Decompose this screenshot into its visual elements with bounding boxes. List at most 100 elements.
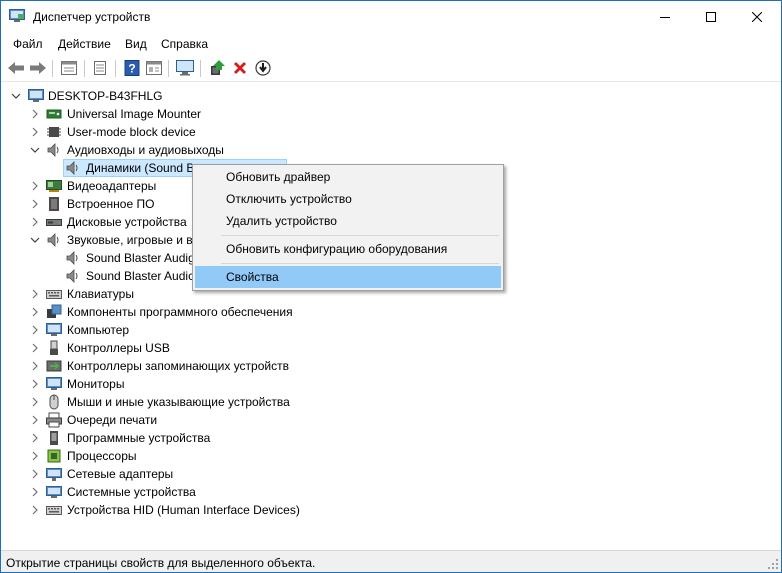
- properties-button[interactable]: [59, 59, 79, 77]
- tree-category[interactable]: Мыши и иные указывающие устройства: [1, 393, 321, 411]
- tree-item-label: Устройства HID (Human Interface Devices): [67, 503, 300, 517]
- chevron-right-icon[interactable]: [30, 181, 40, 191]
- tree-item-label: Звуковые, игровые и в: [67, 233, 193, 247]
- tree-category[interactable]: Компьютер: [1, 321, 321, 339]
- tree-category[interactable]: User-mode block device: [1, 123, 321, 141]
- speaker-icon: [66, 251, 78, 265]
- status-bar: Открытие страницы свойств для выделенног…: [1, 550, 781, 572]
- menu-bar: Файл Действие Вид Справка: [1, 33, 781, 54]
- ctx-separator: [221, 263, 499, 264]
- tree-item-label: Компьютер: [67, 323, 130, 337]
- tree-category[interactable]: Процессоры: [1, 447, 321, 465]
- ctx-properties[interactable]: Свойства: [195, 266, 501, 288]
- view-button[interactable]: [144, 59, 164, 77]
- tree-category[interactable]: Контроллеры запоминающих устройств: [1, 357, 321, 375]
- menu-action[interactable]: Действие: [58, 37, 111, 51]
- back-button[interactable]: [6, 59, 26, 77]
- keyboard-icon: [46, 290, 62, 299]
- chevron-right-icon[interactable]: [30, 469, 40, 479]
- tree-category[interactable]: Аудиовходы и аудиовыходы: [1, 141, 321, 159]
- chevron-right-icon[interactable]: [30, 451, 40, 461]
- mouse-icon: [49, 394, 59, 410]
- storage-controller-icon: [46, 360, 62, 372]
- speaker-icon: [47, 143, 59, 157]
- toolbar-separator: [115, 60, 116, 77]
- chevron-down-icon[interactable]: [11, 91, 21, 101]
- tree-category[interactable]: Очереди печати: [1, 411, 321, 429]
- tree-category[interactable]: Сетевые адаптеры: [1, 465, 321, 483]
- tree-item-label: Встроенное ПО: [67, 197, 155, 211]
- chevron-right-icon[interactable]: [30, 505, 40, 515]
- ctx-scan-hardware[interactable]: Обновить конфигурацию оборудования: [195, 238, 501, 260]
- chevron-right-icon[interactable]: [30, 325, 40, 335]
- menu-view[interactable]: Вид: [125, 37, 147, 51]
- chevron-right-icon[interactable]: [30, 415, 40, 425]
- tree-item-label: Программные устройства: [67, 431, 211, 445]
- chevron-down-icon[interactable]: [30, 145, 40, 155]
- uninstall-button[interactable]: [230, 59, 250, 77]
- device-manager-icon: [9, 9, 25, 23]
- tree-category[interactable]: Компоненты программного обеспечения: [1, 303, 321, 321]
- tree-root[interactable]: DESKTOP-B43FHLG: [1, 87, 301, 105]
- device-tree[interactable]: DESKTOP-B43FHLG Universal Image Mounter U…: [1, 83, 781, 549]
- toolbar-separator: [84, 60, 85, 77]
- back-arrow-icon: [8, 62, 24, 74]
- chevron-right-icon[interactable]: [30, 217, 40, 227]
- tree-item-label: Мыши и иные указывающие устройства: [67, 395, 290, 409]
- ctx-uninstall-device[interactable]: Удалить устройство: [195, 210, 501, 232]
- view-icon: [146, 61, 162, 75]
- chevron-right-icon[interactable]: [30, 343, 40, 353]
- disable-button[interactable]: [253, 59, 273, 77]
- speaker-icon: [66, 269, 78, 283]
- update-list-icon: [94, 61, 106, 75]
- update-driver-icon: [211, 60, 225, 75]
- tree-category[interactable]: Universal Image Mounter: [1, 105, 321, 123]
- tree-item-label: Контроллеры запоминающих устройств: [67, 359, 289, 373]
- chevron-right-icon[interactable]: [30, 307, 40, 317]
- hid-icon: [46, 506, 62, 515]
- tree-item-label: Аудиовходы и аудиовыходы: [67, 143, 224, 157]
- tree-category[interactable]: Программные устройства: [1, 429, 321, 447]
- chevron-right-icon[interactable]: [30, 109, 40, 119]
- chevron-down-icon[interactable]: [30, 235, 40, 245]
- chevron-right-icon[interactable]: [30, 127, 40, 137]
- minimize-button[interactable]: [642, 1, 688, 32]
- system-device-icon: [46, 486, 62, 498]
- update-driver-button[interactable]: [207, 59, 227, 77]
- tree-item-label: Sound Blaster Audig: [86, 251, 195, 265]
- display-adapter-icon: [46, 180, 62, 192]
- chevron-right-icon[interactable]: [30, 379, 40, 389]
- ctx-disable-device[interactable]: Отключить устройство: [195, 188, 501, 210]
- help-button[interactable]: ?: [122, 59, 142, 77]
- menu-file[interactable]: Файл: [13, 37, 43, 51]
- chevron-right-icon[interactable]: [30, 397, 40, 407]
- status-text: Открытие страницы свойств для выделенног…: [6, 556, 316, 570]
- monitor-scan-icon: [176, 60, 194, 76]
- forward-button[interactable]: [28, 59, 48, 77]
- chip-icon: [47, 127, 61, 137]
- chevron-right-icon[interactable]: [30, 289, 40, 299]
- chevron-right-icon[interactable]: [30, 361, 40, 371]
- chevron-right-icon[interactable]: [30, 433, 40, 443]
- tree-category[interactable]: Мониторы: [1, 375, 321, 393]
- title-bar[interactable]: Диспетчер устройств: [1, 1, 781, 32]
- tree-category[interactable]: Системные устройства: [1, 483, 321, 501]
- tree-category[interactable]: Устройства HID (Human Interface Devices): [1, 501, 321, 519]
- resize-grip-icon[interactable]: [768, 559, 778, 569]
- computer-icon: [46, 323, 62, 336]
- chevron-right-icon[interactable]: [30, 199, 40, 209]
- tree-item-label: Сетевые адаптеры: [67, 467, 174, 481]
- menu-help[interactable]: Справка: [161, 37, 208, 51]
- close-icon: [752, 11, 762, 22]
- chevron-right-icon[interactable]: [30, 487, 40, 497]
- scan-hardware-button[interactable]: [175, 59, 195, 77]
- close-button[interactable]: [734, 1, 780, 32]
- firmware-icon: [49, 197, 59, 211]
- printer-icon: [46, 412, 62, 428]
- minimize-icon: [660, 16, 670, 18]
- tree-category[interactable]: Контроллеры USB: [1, 339, 321, 357]
- maximize-button[interactable]: [688, 1, 734, 32]
- update-list-button[interactable]: [90, 59, 110, 77]
- usb-icon: [50, 340, 58, 355]
- ctx-update-driver[interactable]: Обновить драйвер: [195, 166, 501, 188]
